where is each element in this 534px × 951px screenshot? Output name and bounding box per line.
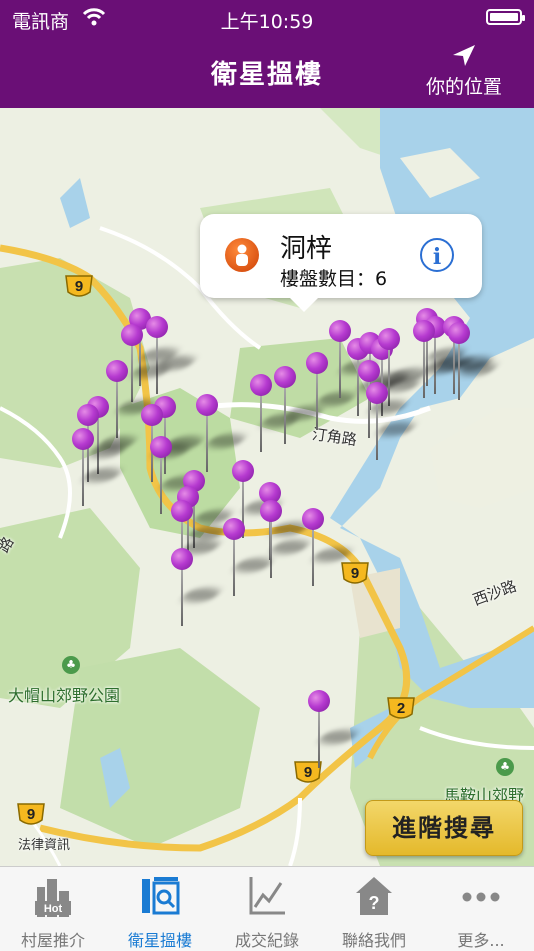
route-shield: 9 — [65, 275, 93, 297]
map-pin[interactable] — [195, 394, 249, 474]
map-pin[interactable] — [71, 428, 125, 508]
route-shield: 9 — [17, 803, 45, 825]
hot-badge: Hot — [44, 903, 63, 915]
status-bar: 電訊商 上午10:59 — [0, 0, 534, 36]
route-shield-label: 9 — [75, 278, 83, 295]
map-pin[interactable] — [412, 320, 466, 400]
contact-house-icon: ? — [356, 877, 392, 915]
map-pin[interactable] — [273, 366, 327, 446]
tab-label: 成交紀錄 — [234, 931, 299, 950]
map-pin[interactable] — [307, 690, 361, 770]
route-shield-label: 9 — [351, 565, 359, 582]
map-pin[interactable] — [305, 352, 359, 432]
tab-satellite-search[interactable]: 衛星搵樓 — [107, 867, 213, 951]
person-icon — [225, 238, 259, 272]
map-pin[interactable] — [365, 382, 419, 462]
tab-label: 更多... — [457, 931, 505, 950]
tab-transaction-records[interactable]: 成交紀錄 — [214, 867, 320, 951]
more-dots-icon — [462, 892, 500, 902]
map-pin[interactable] — [301, 508, 355, 588]
tab-village-house-recommend[interactable]: Hot 村屋推介 — [0, 867, 106, 951]
location-arrow-icon — [453, 45, 475, 66]
park-icon: ♣ — [496, 758, 514, 776]
route-shield: 2 — [387, 697, 415, 719]
battery-icon — [486, 9, 525, 25]
route-shield-label: 2 — [397, 700, 405, 717]
location-callout[interactable]: 洞梓 樓盤數目：6 i — [200, 214, 482, 312]
svg-text:?: ? — [369, 893, 380, 913]
navigation-bar: 衛星搵樓 你的位置 — [0, 36, 534, 108]
tab-more[interactable]: 更多... — [428, 867, 534, 951]
map-pin[interactable] — [145, 316, 199, 396]
tab-bar: Hot 村屋推介 衛星搵樓 成交紀錄 ? 聯絡我們 更多... — [0, 866, 534, 951]
tab-label: 衛星搵樓 — [127, 931, 192, 950]
map-view[interactable]: 9 9 9 2 9 汀角路 西沙路 路 ♣ 大帽山郊野公園 ♣ 馬鞍山郊野 法律… — [0, 108, 534, 866]
route-shield: 9 — [341, 562, 369, 584]
map-pin[interactable] — [447, 322, 501, 402]
tab-contact-us[interactable]: ? 聯絡我們 — [321, 867, 427, 951]
map-pin[interactable] — [249, 374, 303, 454]
tab-label: 聯絡我們 — [341, 931, 406, 950]
map-pin[interactable] — [170, 548, 224, 628]
callout-property-count: 樓盤數目：6 — [280, 268, 388, 290]
tab-label: 村屋推介 — [20, 931, 85, 950]
clock: 上午10:59 — [220, 11, 314, 33]
legal-info-link[interactable]: 法律資訊 — [18, 834, 70, 853]
park-label-tai-mo-shan: 大帽山郊野公園 — [8, 686, 121, 705]
info-icon[interactable]: i — [420, 238, 454, 272]
line-chart-icon — [249, 877, 285, 915]
callout-title: 洞梓 — [280, 234, 333, 264]
my-location-button[interactable]: 你的位置 — [414, 44, 514, 104]
park-icon: ♣ — [62, 656, 80, 674]
advanced-search-button[interactable]: 進階搜尋 — [365, 800, 523, 856]
route-shield-label: 9 — [27, 806, 35, 823]
my-location-label: 你的位置 — [425, 76, 502, 98]
satellite-search-icon — [142, 877, 180, 915]
map-pin[interactable] — [222, 518, 276, 598]
hot-buildings-icon: Hot — [35, 879, 71, 917]
